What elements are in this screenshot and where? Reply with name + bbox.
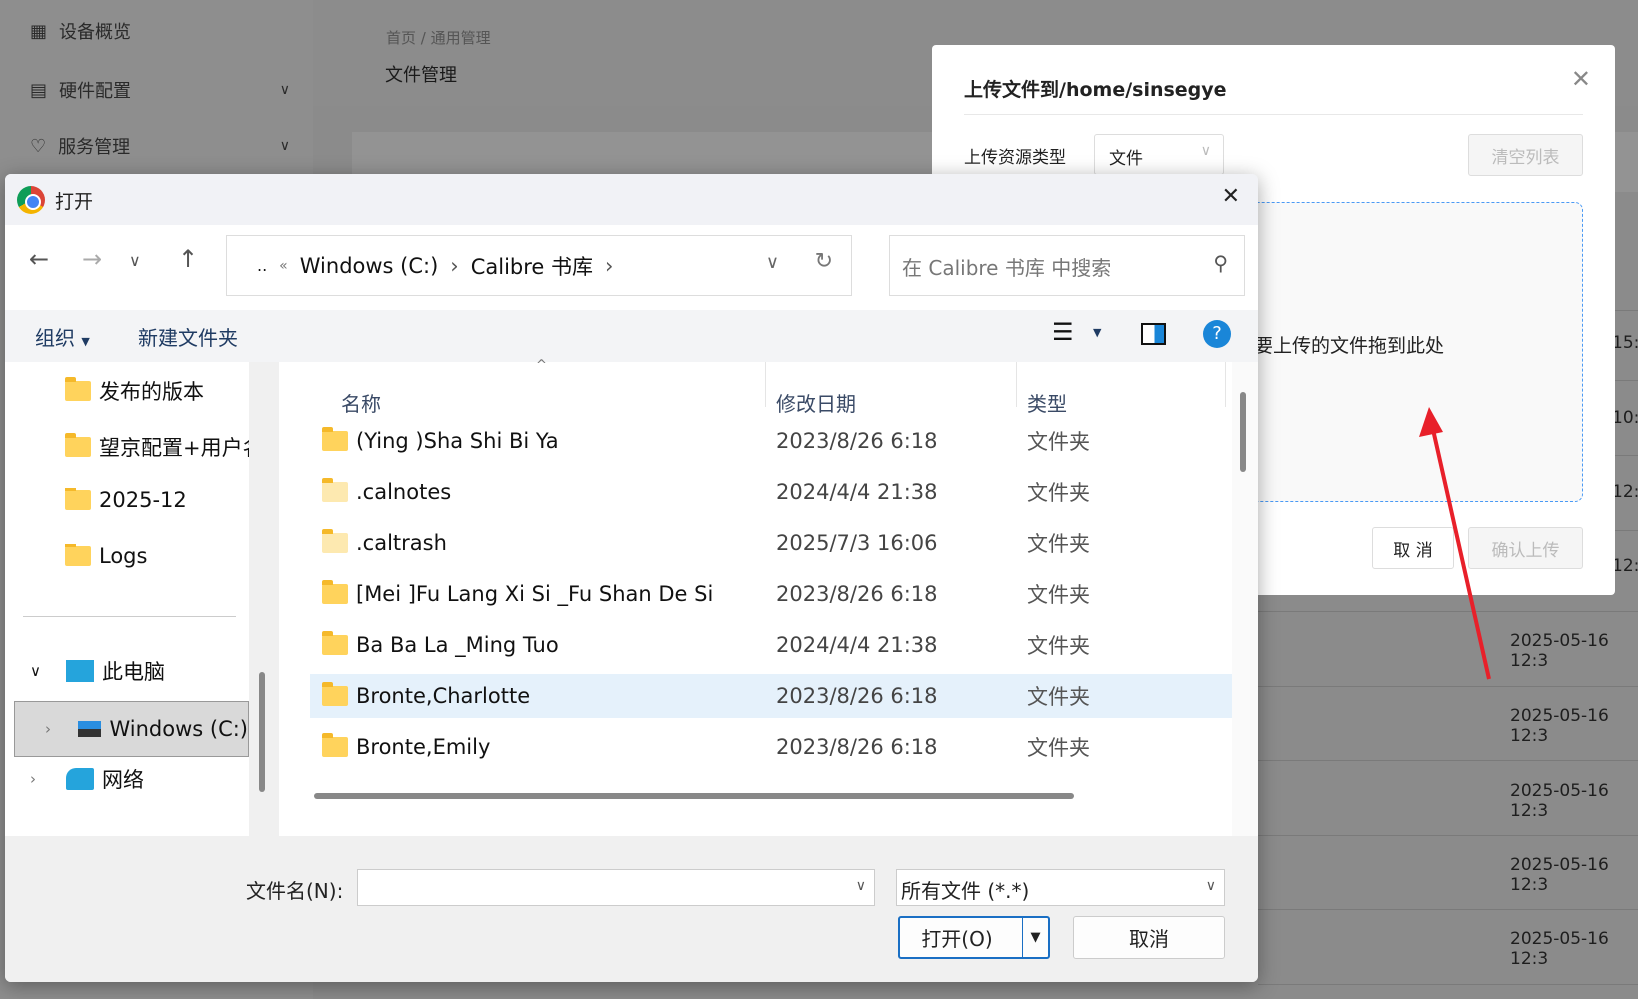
annotation-arrow bbox=[1419, 407, 1491, 680]
arrow-shaft bbox=[1430, 424, 1491, 680]
arrow-head bbox=[1419, 407, 1443, 437]
